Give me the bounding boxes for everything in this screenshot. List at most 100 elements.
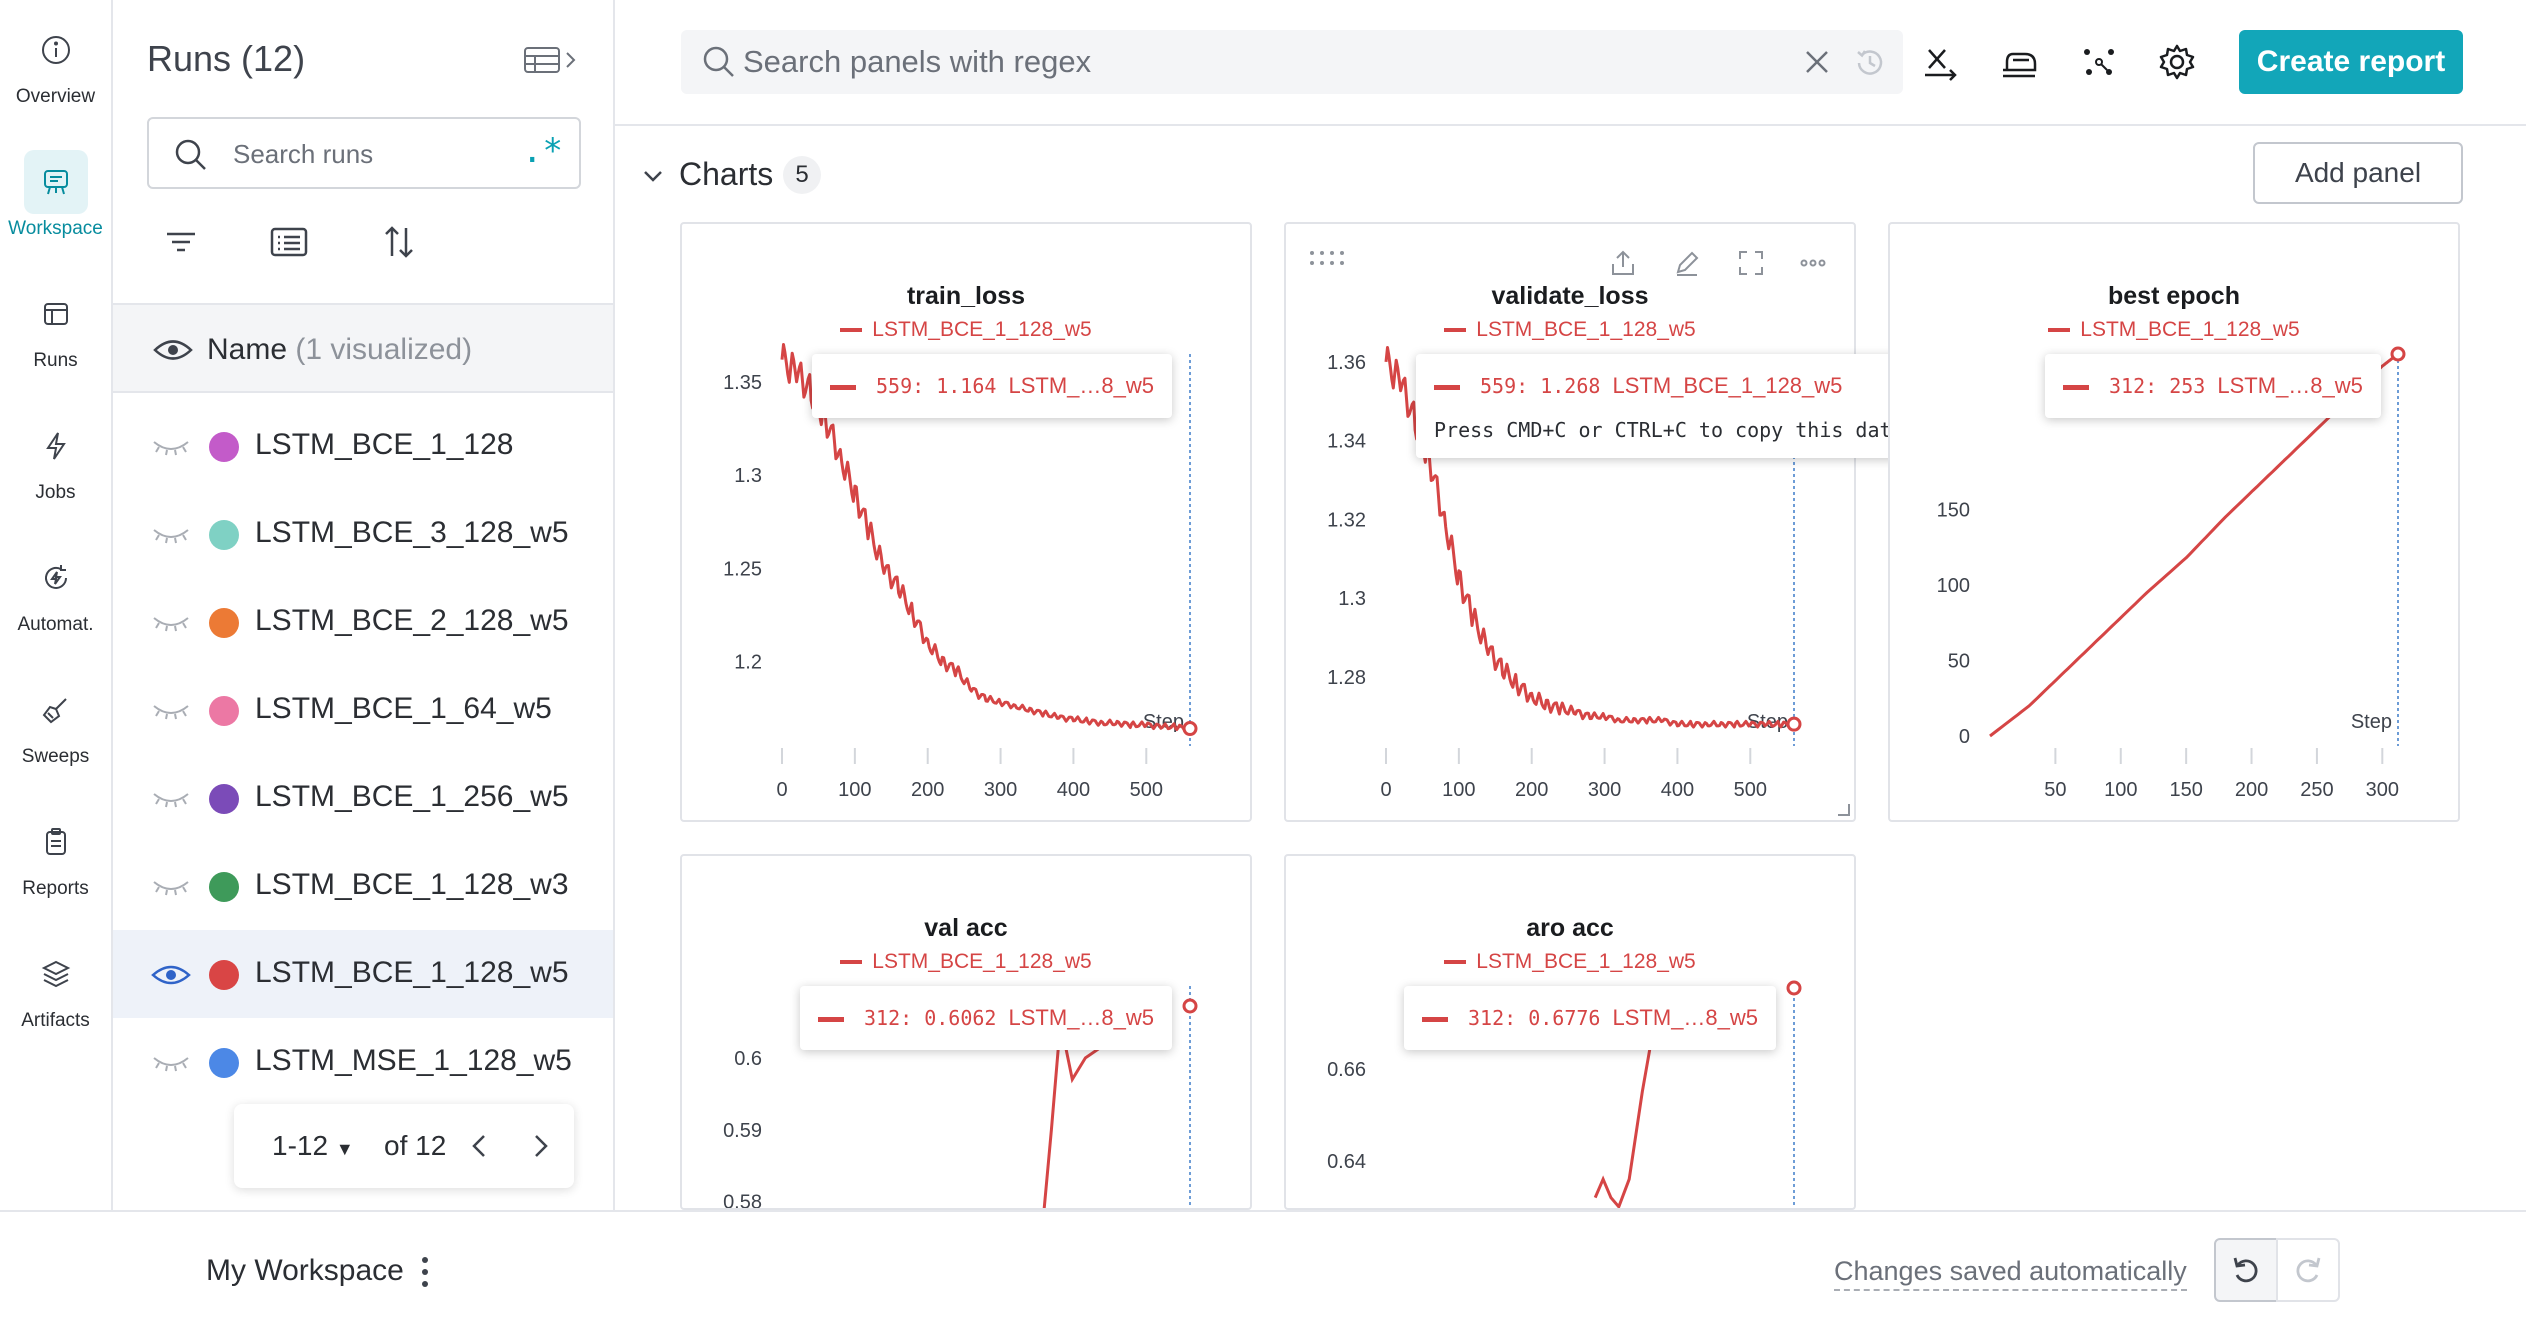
run-row[interactable]: LSTM_MSE_1_128_w5: [113, 1018, 613, 1106]
eye-closed-icon[interactable]: [151, 874, 191, 900]
run-row[interactable]: LSTM_BCE_1_128_w5: [113, 930, 613, 1018]
x-axis-icon[interactable]: [1921, 42, 1961, 82]
tooltip-swatch: [830, 385, 856, 390]
chart-legend[interactable]: LSTM_BCE_1_128_w5: [682, 950, 1250, 974]
sort-icon[interactable]: [379, 222, 419, 262]
eye-closed-icon[interactable]: [151, 522, 191, 548]
section-title[interactable]: Charts: [679, 156, 773, 193]
chevron-down-icon[interactable]: [641, 166, 665, 186]
tooltip-run: LSTM_…8_w5: [1008, 1005, 1155, 1030]
run-name[interactable]: LSTM_MSE_1_128_w5: [255, 1044, 572, 1078]
nav-workspace[interactable]: Workspace: [0, 132, 111, 252]
eye-closed-icon[interactable]: [151, 698, 191, 724]
y-tick-label: 1.2: [734, 651, 762, 673]
redo-button[interactable]: [2276, 1238, 2340, 1302]
chart-panel[interactable]: 1.28 1.3 1.32 1.34 1.36 0 100 200 300 400 500 Step v…: [1284, 222, 1922, 824]
series-line[interactable]: [1593, 1021, 1717, 1208]
run-color-swatch[interactable]: [209, 1048, 239, 1078]
page-total: of 12: [384, 1130, 447, 1161]
chart-svg[interactable]: 0 50 100 150 50 100 150 200 250 300 Step: [1890, 224, 2460, 822]
run-color-swatch[interactable]: [209, 608, 239, 638]
filter-icon[interactable]: [161, 222, 201, 262]
nav-reports[interactable]: Reports: [0, 792, 111, 912]
run-name[interactable]: LSTM_BCE_1_128_w5: [255, 956, 569, 990]
chart-panel[interactable]: 0.58 0.59 0.6 val acc LSTM_BCE_1_128_w5 312: …: [680, 854, 1252, 1210]
chevron-right-icon[interactable]: [526, 1130, 554, 1162]
tooltip-step: 559:: [876, 374, 925, 398]
run-row[interactable]: LSTM_BCE_1_64_w5: [113, 666, 613, 754]
run-name[interactable]: LSTM_BCE_1_64_w5: [255, 692, 552, 726]
outliers-icon[interactable]: [2079, 42, 2119, 82]
chart-legend[interactable]: LSTM_BCE_1_128_w5: [1286, 950, 1854, 974]
eye-icon[interactable]: [151, 962, 191, 988]
run-row[interactable]: LSTM_BCE_1_256_w5: [113, 754, 613, 842]
nav-automations[interactable]: Automat.: [0, 528, 111, 648]
run-color-swatch[interactable]: [209, 432, 239, 462]
chart-svg[interactable]: 1.281.31.321.341.360 100 200 300 400 500Step: [1286, 224, 1858, 824]
run-name[interactable]: LSTM_BCE_1_128: [255, 428, 514, 462]
nav-jobs[interactable]: Jobs: [0, 396, 111, 516]
hover-point: [2390, 346, 2406, 362]
run-name[interactable]: LSTM_BCE_1_128_w3: [255, 868, 569, 902]
run-color-swatch[interactable]: [209, 872, 239, 902]
create-report-button[interactable]: Create report: [2239, 30, 2463, 94]
tooltip-copy-hint: Press CMD+C or CTRL+C to copy this data: [1434, 418, 1904, 442]
chart-legend[interactable]: LSTM_BCE_1_128_w5: [1286, 318, 1854, 342]
run-row[interactable]: LSTM_BCE_1_128: [113, 402, 613, 490]
run-row[interactable]: LSTM_BCE_2_128_w5: [113, 578, 613, 666]
nav-overview[interactable]: Overview: [0, 0, 111, 120]
chart-panel[interactable]: 0 50 100 150 50 100 150 200 250 300 Step best epoch…: [1888, 222, 2460, 822]
history-icon[interactable]: [1853, 46, 1887, 80]
smoothing-icon[interactable]: [1999, 42, 2039, 82]
chart-tooltip: 312: 0.6062 LSTM_…8_w5: [800, 986, 1173, 1050]
regex-toggle[interactable]: .*: [522, 131, 563, 171]
run-name[interactable]: LSTM_BCE_3_128_w5: [255, 516, 569, 550]
run-row[interactable]: LSTM_BCE_1_128_w3: [113, 842, 613, 930]
nav-label: Reports: [22, 878, 89, 899]
workspace-name[interactable]: My Workspace: [206, 1254, 404, 1288]
fullscreen-icon[interactable]: [1736, 248, 1766, 278]
x-tick-label: 100: [838, 779, 871, 801]
chart-svg[interactable]: 1.21.251.31.350 100 200 300 400 500Step: [682, 224, 1252, 822]
nav-runs[interactable]: Runs: [0, 264, 111, 384]
run-color-swatch[interactable]: [209, 696, 239, 726]
run-color-swatch[interactable]: [209, 520, 239, 550]
more-vertical-icon[interactable]: [414, 1254, 436, 1290]
charts-section-header: Charts 5 Add panel: [615, 126, 2526, 226]
eye-icon[interactable]: [153, 335, 193, 365]
runs-search-input[interactable]: [233, 137, 513, 171]
group-icon[interactable]: [269, 222, 309, 262]
eye-closed-icon[interactable]: [151, 786, 191, 812]
edit-icon[interactable]: [1672, 248, 1702, 278]
run-row[interactable]: LSTM_BCE_3_128_w5: [113, 490, 613, 578]
page-range-select[interactable]: 1-12 ▼: [272, 1130, 354, 1162]
chart-panel[interactable]: 1.2 1.25 1.3 1.35 0 100 200 300 400 500 Step train_…: [680, 222, 1252, 822]
more-horizontal-icon[interactable]: [1798, 248, 1828, 278]
runs-name-header[interactable]: Name (1 visualized): [113, 303, 613, 393]
run-name[interactable]: LSTM_BCE_2_128_w5: [255, 604, 569, 638]
add-panel-button[interactable]: Add panel: [2253, 142, 2463, 204]
run-color-swatch[interactable]: [209, 960, 239, 990]
gear-icon[interactable]: [2157, 42, 2197, 82]
run-color-swatch[interactable]: [209, 784, 239, 814]
runs-title: Runs (12): [147, 38, 306, 79]
table-settings-icon[interactable]: [523, 44, 579, 76]
chart-legend[interactable]: LSTM_BCE_1_128_w5: [682, 318, 1250, 342]
close-icon[interactable]: [1801, 46, 1833, 78]
eye-closed-icon[interactable]: [151, 434, 191, 460]
nav-artifacts[interactable]: Artifacts: [0, 924, 111, 1044]
panel-search-input[interactable]: [743, 44, 1643, 80]
chart-title: validate_loss: [1491, 282, 1649, 310]
run-name[interactable]: LSTM_BCE_1_256_w5: [255, 780, 569, 814]
chart-legend[interactable]: LSTM_BCE_1_128_w5: [1890, 318, 2458, 342]
share-icon[interactable]: [1608, 248, 1638, 278]
resize-handle[interactable]: [1838, 804, 1850, 816]
nav-sweeps[interactable]: Sweeps: [0, 660, 111, 780]
chart-panel[interactable]: 0.64 0.66 aro acc LSTM_BCE_1_128_w5 312: 0.6…: [1284, 854, 1856, 1210]
x-tick-label: 300: [2366, 779, 2399, 801]
undo-button[interactable]: [2214, 1238, 2278, 1302]
eye-closed-icon[interactable]: [151, 1050, 191, 1076]
chevron-left-icon[interactable]: [466, 1130, 494, 1162]
drag-handle-icon[interactable]: [1308, 248, 1352, 268]
eye-closed-icon[interactable]: [151, 610, 191, 636]
